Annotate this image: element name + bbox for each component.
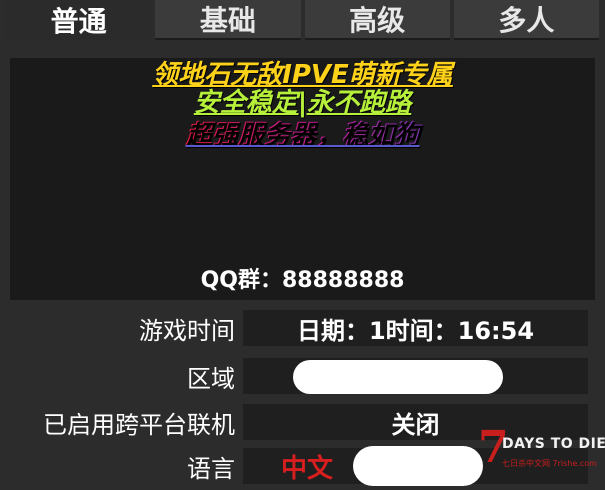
game-logo: 7 DAYS TO DIE 七日杀中文网 7rishe.com: [478, 426, 605, 486]
tab-multiplayer[interactable]: 多人: [453, 0, 599, 40]
redaction-mark: [293, 360, 503, 394]
tab-advanced[interactable]: 高级: [304, 0, 450, 40]
logo-title: DAYS TO DIE: [502, 436, 605, 452]
game-time-label: 游戏时间: [139, 316, 235, 345]
language-value-text: 中文: [281, 453, 334, 484]
tab-basic[interactable]: 基础: [155, 0, 301, 40]
region-value: [243, 358, 588, 394]
language-label: 语言: [187, 454, 235, 483]
row-region: 区域: [0, 358, 605, 394]
qq-group-text: QQ群：88888888: [200, 268, 405, 293]
banner-line-2: 安全稳定|永不跑路: [193, 88, 412, 118]
redaction-mark: [353, 446, 483, 486]
region-label: 区域: [187, 364, 235, 393]
row-game-time: 游戏时间 日期：1时间：16:54: [0, 310, 605, 346]
tab-bar: 普通 基础 高级 多人: [0, 0, 605, 40]
crossplay-label: 已启用跨平台联机: [43, 410, 235, 439]
banner-line-1: 领地石无敌IPVE萌新专属: [152, 60, 453, 90]
tab-general[interactable]: 普通: [6, 0, 152, 40]
logo-subtitle: 七日杀中文网 7rishe.com: [502, 459, 597, 468]
banner-line-3: 超强服务器，稳如狗: [10, 120, 595, 150]
server-description-panel: 领地石无敌IPVE萌新专属 安全稳定|永不跑路 超强服务器，稳如狗 QQ群：88…: [10, 58, 595, 300]
game-time-value: 日期：1时间：16:54: [243, 310, 588, 346]
